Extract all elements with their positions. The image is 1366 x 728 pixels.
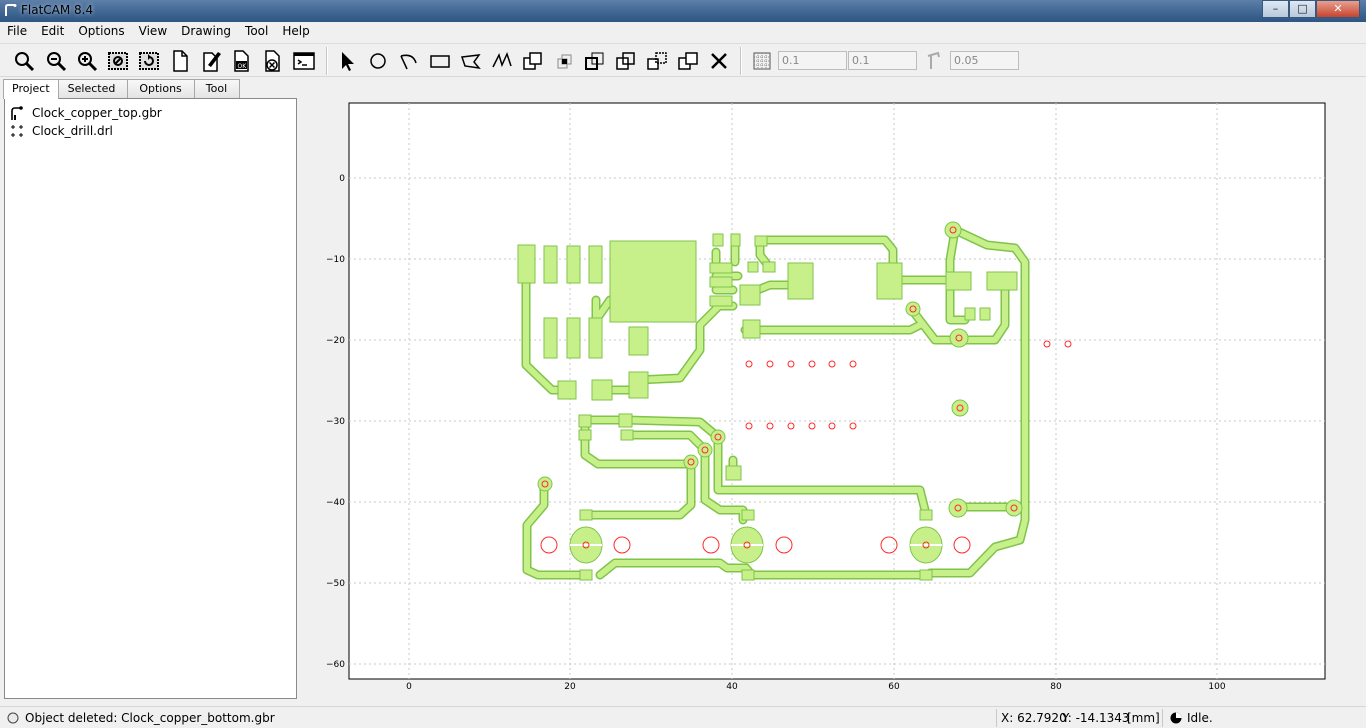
delete-object-icon[interactable] xyxy=(261,49,285,73)
y-tick-label: −40 xyxy=(326,498,345,508)
activity-icon xyxy=(1170,712,1182,724)
status-light-icon xyxy=(7,712,19,724)
menu-bar: File Edit Options View Drawing Tool Help xyxy=(0,22,1366,42)
zoom-out-icon[interactable] xyxy=(44,49,68,73)
toolbar: OK xyxy=(0,43,1366,77)
menu-options[interactable]: Options xyxy=(71,22,131,42)
svg-text:OK: OK xyxy=(238,63,248,70)
snap-max-input[interactable] xyxy=(950,51,1019,70)
project-item-label: Clock_copper_top.gbr xyxy=(32,106,162,120)
edit-geometry-icon[interactable] xyxy=(199,49,223,73)
flatcam-logo-icon xyxy=(5,4,17,16)
y-tick-label: −10 xyxy=(326,255,345,265)
path-icon[interactable] xyxy=(490,49,514,73)
close-button[interactable]: ✕ xyxy=(1316,0,1360,18)
circle-icon[interactable] xyxy=(366,49,390,73)
status-bar: Object deleted: Clock_copper_bottom.gbr … xyxy=(0,706,1366,728)
menu-file[interactable]: File xyxy=(0,22,34,42)
tab-selected[interactable]: Selected xyxy=(57,79,129,98)
subtract-icon[interactable] xyxy=(583,49,607,73)
y-tick-label: −60 xyxy=(326,660,345,670)
menu-help[interactable]: Help xyxy=(275,22,316,42)
x-tick-label: 0 xyxy=(406,682,412,692)
grid-x-input[interactable] xyxy=(778,51,847,70)
maximize-button[interactable]: □ xyxy=(1289,0,1316,18)
union-icon[interactable] xyxy=(521,49,545,73)
clear-plot-icon[interactable] xyxy=(106,49,130,73)
project-item-drill[interactable]: Clock_drill.drl xyxy=(9,122,113,140)
project-item-gerber[interactable]: Clock_copper_top.gbr xyxy=(9,104,162,122)
shell-icon[interactable] xyxy=(292,49,316,73)
update-geometry-icon[interactable]: OK xyxy=(230,49,254,73)
plot-frame xyxy=(348,102,1326,680)
intersection-icon[interactable] xyxy=(552,49,576,73)
window-title: FlatCAM 8.4 xyxy=(21,3,94,17)
status-message: Object deleted: Clock_copper_bottom.gbr xyxy=(25,711,275,725)
tab-options[interactable]: Options xyxy=(127,79,195,98)
tab-project[interactable]: Project xyxy=(3,79,59,99)
y-tick-label: −30 xyxy=(326,417,345,427)
gerber-icon xyxy=(11,106,23,120)
x-tick-label: 60 xyxy=(888,682,900,692)
pcb-plot[interactable]: 0 20 40 60 80 100 0 −10 −20 −30 −40 −50 … xyxy=(301,80,1366,706)
x-tick-label: 80 xyxy=(1050,682,1062,692)
notebook-tabs: Project Selected Options Tool xyxy=(0,79,241,99)
drill-icon xyxy=(11,125,23,137)
y-tick-label: 0 xyxy=(339,174,345,184)
y-tick-label: −20 xyxy=(326,336,345,346)
polygon-icon[interactable] xyxy=(459,49,483,73)
arc-icon[interactable] xyxy=(397,49,421,73)
x-tick-label: 100 xyxy=(1208,682,1225,692)
menu-edit[interactable]: Edit xyxy=(34,22,71,42)
select-icon[interactable] xyxy=(336,49,360,73)
zoom-fit-icon[interactable] xyxy=(12,49,36,73)
plot-canvas[interactable]: 0 20 40 60 80 100 0 −10 −20 −30 −40 −50 … xyxy=(301,80,1366,706)
zoom-in-icon[interactable] xyxy=(75,49,99,73)
tab-tool[interactable]: Tool xyxy=(193,79,241,98)
move-icon[interactable] xyxy=(645,49,669,73)
grid-snap-icon[interactable] xyxy=(750,49,774,73)
copy-icon[interactable] xyxy=(676,49,700,73)
units-label: [mm] xyxy=(1127,711,1160,725)
project-tree[interactable]: Clock_copper_top.gbr Clock_drill.drl xyxy=(4,98,297,699)
replot-icon[interactable] xyxy=(137,49,161,73)
project-item-label: Clock_drill.drl xyxy=(32,124,113,138)
y-tick-label: −50 xyxy=(326,579,345,589)
status-state: Idle. xyxy=(1187,711,1213,725)
title-bar: FlatCAM 8.4 – □ ✕ xyxy=(0,0,1366,22)
grid-y-input[interactable] xyxy=(848,51,917,70)
menu-view[interactable]: View xyxy=(132,22,174,42)
cursor-x: X: 62.7920 xyxy=(1001,711,1067,725)
menu-tool[interactable]: Tool xyxy=(238,22,275,42)
cut-icon[interactable] xyxy=(614,49,638,73)
cursor-y: Y: -14.1343 xyxy=(1062,711,1130,725)
rectangle-icon[interactable] xyxy=(428,49,452,73)
x-tick-label: 40 xyxy=(726,682,738,692)
delete-shape-icon[interactable] xyxy=(707,49,731,73)
x-tick-label: 20 xyxy=(564,682,576,692)
new-geometry-icon[interactable] xyxy=(168,49,192,73)
corner-snap-icon[interactable] xyxy=(922,49,946,73)
minimize-button[interactable]: – xyxy=(1262,0,1289,18)
menu-drawing[interactable]: Drawing xyxy=(174,22,238,42)
